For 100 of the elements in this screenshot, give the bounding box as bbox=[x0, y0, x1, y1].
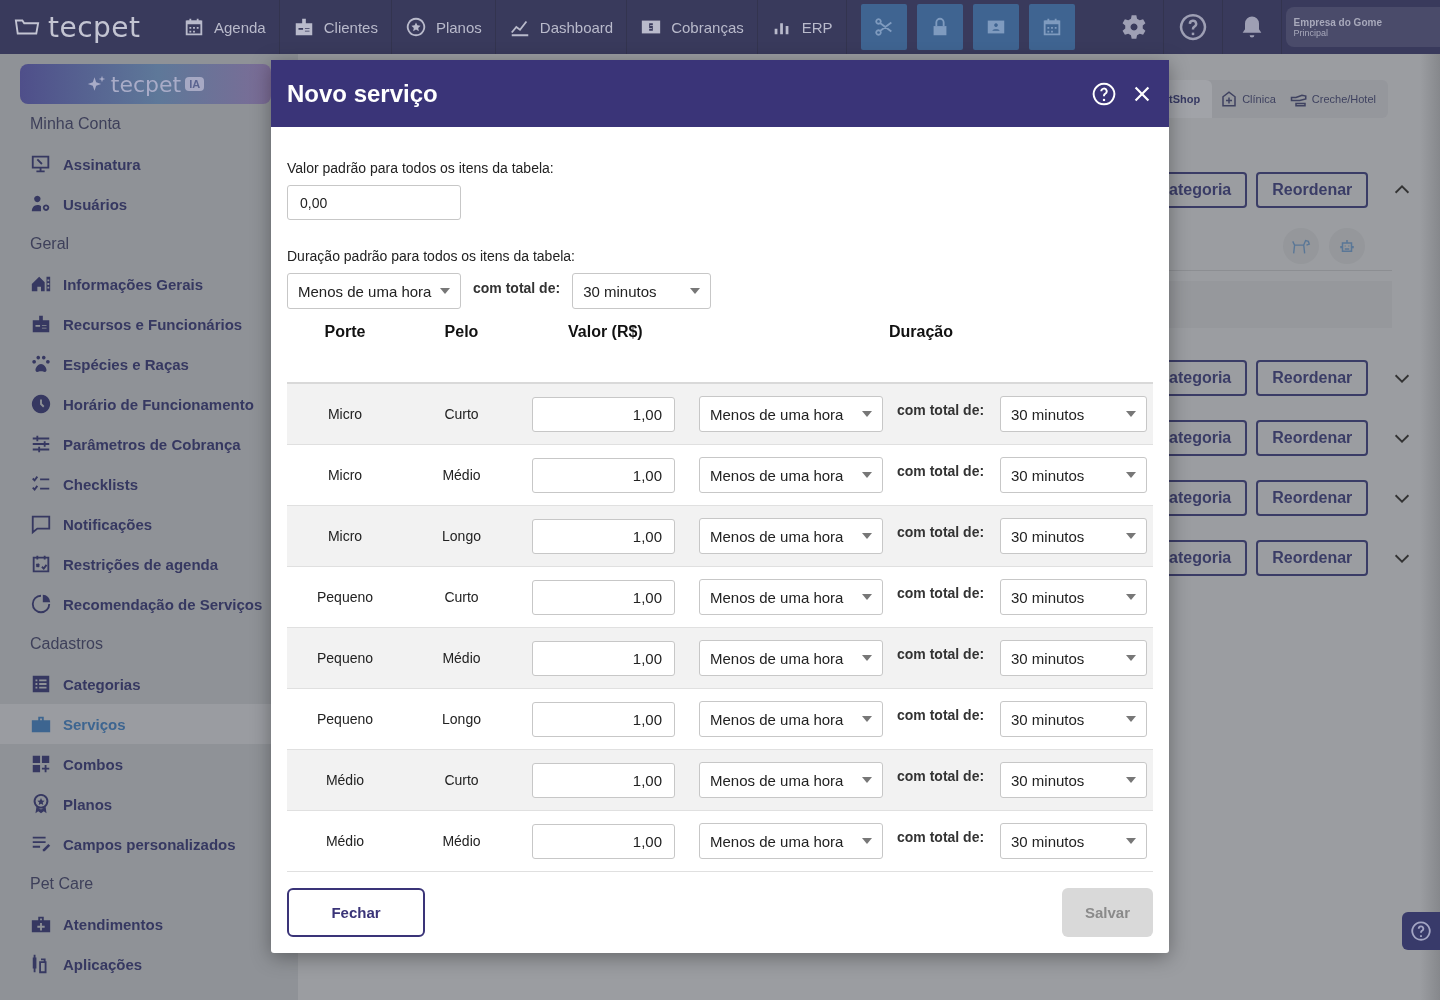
caret-icon bbox=[1126, 533, 1136, 539]
nav-item[interactable]: Dashboard bbox=[495, 0, 628, 54]
duration-select[interactable]: Menos de uma hora bbox=[699, 640, 883, 676]
chat-bubble-icon bbox=[30, 513, 52, 535]
sidebar-item[interactable]: Atendimentos bbox=[0, 904, 271, 944]
total-select[interactable]: 30 minutos bbox=[1000, 823, 1147, 859]
total-select[interactable]: 30 minutos bbox=[1000, 762, 1147, 798]
sidebar-item[interactable]: Informações Gerais bbox=[0, 264, 271, 304]
sidebar-item[interactable]: Restrições de agenda bbox=[0, 544, 271, 584]
price-input[interactable]: 1,00 bbox=[532, 762, 675, 798]
total-select[interactable]: 30 minutos bbox=[1000, 457, 1147, 493]
price-input[interactable]: 1,00 bbox=[532, 701, 675, 737]
price-input[interactable]: 1,00 bbox=[532, 457, 675, 493]
duration-select[interactable]: Menos de uma hora bbox=[699, 701, 883, 737]
sidebar-item[interactable]: Checklists bbox=[0, 464, 271, 504]
table-cell: Curto bbox=[444, 772, 479, 788]
price-input[interactable]: 1,00 bbox=[532, 579, 675, 615]
sidebar-item[interactable]: Parâmetros de Cobrança bbox=[0, 424, 271, 464]
reorder-button[interactable]: Reordenar bbox=[1256, 420, 1369, 456]
total-select[interactable]: 30 minutos bbox=[572, 273, 712, 309]
caret-icon bbox=[690, 288, 701, 294]
caret-icon bbox=[1126, 655, 1136, 661]
company-selector[interactable]: Empresa do Gome Principal bbox=[1285, 7, 1440, 47]
sidebar-item[interactable]: Campos personalizados bbox=[0, 824, 271, 864]
floating-help-button[interactable] bbox=[1402, 912, 1440, 950]
value-input[interactable]: 0,00 bbox=[287, 185, 461, 220]
calendar-icon bbox=[183, 16, 205, 38]
price-input[interactable]: 1,00 bbox=[532, 518, 675, 554]
table-cell: Médio bbox=[442, 833, 481, 849]
price-input[interactable]: 1,00 bbox=[532, 640, 675, 676]
caret-icon bbox=[1126, 472, 1136, 478]
sidebar-item[interactable]: Combos bbox=[0, 744, 271, 784]
nav-item[interactable]: Cobranças bbox=[627, 0, 758, 54]
sidebar-item[interactable]: Recomendação de Serviços bbox=[0, 584, 271, 624]
sidebar-item[interactable]: Horário de Funcionamento bbox=[0, 384, 271, 424]
reorder-button[interactable]: Reordenar bbox=[1256, 480, 1369, 516]
table-cell: Médio bbox=[325, 772, 365, 788]
quick-calendar-button[interactable] bbox=[1028, 4, 1075, 50]
caret-icon bbox=[440, 288, 450, 294]
quick-scissors-button[interactable] bbox=[860, 4, 907, 50]
duration-select[interactable]: Menos de uma hora bbox=[699, 762, 883, 798]
nav-item[interactable]: ERP bbox=[757, 0, 847, 54]
duration-select[interactable]: Menos de uma hora bbox=[699, 457, 883, 493]
close-dialog-button[interactable]: Fechar bbox=[287, 888, 425, 937]
tab[interactable]: Clínica bbox=[1214, 80, 1282, 118]
help-icon bbox=[1177, 12, 1208, 42]
sidebar-item[interactable]: Planos bbox=[0, 784, 271, 824]
duration-select[interactable]: Menos de uma hora bbox=[699, 396, 883, 432]
caret-icon bbox=[1126, 594, 1136, 600]
sidebar-item[interactable]: Aplicações bbox=[0, 944, 271, 984]
reorder-button[interactable]: Reordenar bbox=[1256, 540, 1369, 576]
logo-text: tecpet bbox=[48, 10, 141, 44]
total-select[interactable]: 30 minutos bbox=[1000, 579, 1147, 615]
table-cell: Micro bbox=[327, 467, 363, 483]
total-select[interactable]: 30 minutos bbox=[1000, 518, 1147, 554]
star-circle-icon bbox=[404, 16, 427, 38]
table-cell: Médio bbox=[442, 650, 481, 666]
price-input[interactable]: 1,00 bbox=[532, 396, 675, 432]
monitor-icon bbox=[30, 153, 52, 175]
sidebar-item[interactable]: Categorias bbox=[0, 664, 271, 704]
table-cell: Curto bbox=[444, 589, 479, 605]
duration-select[interactable]: Menos de uma hora bbox=[699, 579, 883, 615]
tab[interactable]: tShop bbox=[1169, 80, 1213, 118]
help-icon bbox=[1410, 920, 1432, 942]
sidebar-item[interactable]: Espécies e Raças bbox=[0, 344, 271, 384]
column-header: Duração bbox=[889, 323, 954, 342]
nav-item[interactable]: Planos bbox=[391, 0, 496, 54]
calendar-icon bbox=[30, 553, 52, 575]
list-icon bbox=[30, 673, 52, 695]
total-select[interactable]: 30 minutos bbox=[1000, 640, 1147, 676]
pie-chart-icon bbox=[30, 593, 52, 615]
nav-item[interactable]: Clientes bbox=[279, 0, 392, 54]
sidebar-item[interactable]: Recursos e Funcionários bbox=[0, 304, 271, 344]
section-title: Geral bbox=[29, 234, 71, 254]
duration-select[interactable]: Menos de uma hora bbox=[699, 518, 883, 554]
field-label: Valor padrão para todos os itens da tabela: bbox=[287, 160, 555, 176]
duration-select[interactable]: Menos de uma hora bbox=[699, 823, 883, 859]
reorder-button[interactable]: Reordenar bbox=[1256, 360, 1369, 396]
help-button[interactable] bbox=[1091, 80, 1117, 107]
sidebar-item[interactable]: Notificações bbox=[0, 504, 271, 544]
tab[interactable]: Creche/Hotel bbox=[1283, 80, 1382, 118]
price-input[interactable]: 1,00 bbox=[532, 823, 675, 859]
caret-icon bbox=[1126, 716, 1136, 722]
caret-icon bbox=[862, 777, 872, 783]
total-label: com total de: bbox=[896, 829, 986, 845]
sidebar-item[interactable]: Assinatura bbox=[0, 144, 271, 184]
paw-icon bbox=[30, 353, 52, 375]
reorder-button[interactable]: Reordenar bbox=[1256, 172, 1369, 208]
quick-id-card-button[interactable] bbox=[972, 4, 1019, 50]
quick-lock-button[interactable] bbox=[916, 4, 963, 50]
duration-select[interactable]: Menos de uma hora bbox=[287, 273, 461, 309]
sidebar-item[interactable]: Usuários bbox=[0, 184, 271, 224]
total-select[interactable]: 30 minutos bbox=[1000, 396, 1147, 432]
caret-icon bbox=[862, 533, 872, 539]
section-title: Pet Care bbox=[29, 874, 95, 894]
total-select[interactable]: 30 minutos bbox=[1000, 701, 1147, 737]
logo-icon bbox=[14, 17, 40, 37]
grid-plus-icon bbox=[30, 753, 52, 775]
caret-icon bbox=[1126, 777, 1136, 783]
robot-icon bbox=[1338, 237, 1356, 255]
